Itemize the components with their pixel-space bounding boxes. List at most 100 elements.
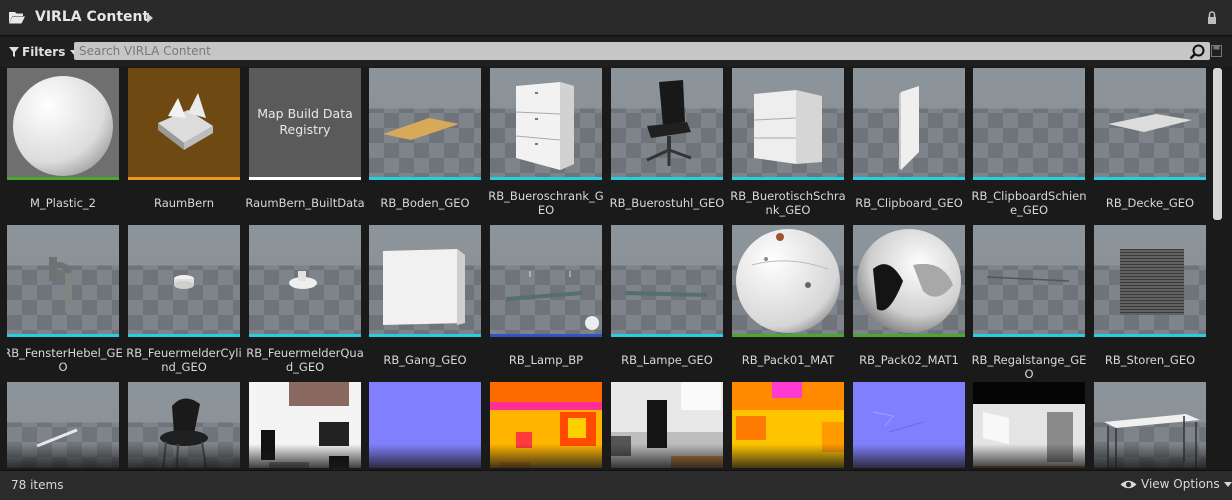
- asset-thumbnail[interactable]: [611, 68, 723, 180]
- asset-type-color-bar: [853, 334, 965, 337]
- asset-name-label: RB_Lamp_BP: [508, 353, 584, 367]
- asset-name-label: RB_Buerostuhl_GEO: [609, 196, 725, 210]
- asset-tile[interactable]: RB_Lamp_BP: [490, 225, 602, 375]
- asset-thumbnail[interactable]: [732, 225, 844, 337]
- asset-thumbnail[interactable]: [732, 68, 844, 180]
- asset-thumbnail[interactable]: [732, 382, 844, 468]
- asset-thumbnail[interactable]: [369, 382, 481, 468]
- asset-thumbnail[interactable]: [369, 68, 481, 180]
- path-chevron-right-icon[interactable]: [147, 13, 153, 23]
- asset-tile[interactable]: [7, 382, 119, 468]
- asset-tile[interactable]: RB_Storen_GEO: [1094, 225, 1206, 375]
- thumbnail-caption: Map Build Data Registry: [257, 106, 353, 137]
- asset-tile[interactable]: RB_Pack02_MAT1: [853, 225, 965, 375]
- asset-name-label: RaumBern: [153, 196, 215, 210]
- asset-tile[interactable]: RaumBern: [128, 68, 240, 218]
- asset-thumbnail[interactable]: [7, 68, 119, 180]
- asset-type-color-bar: [128, 334, 240, 337]
- asset-tile[interactable]: RB_Decke_GEO: [1094, 68, 1206, 218]
- asset-tile[interactable]: [128, 382, 240, 468]
- asset-thumbnail[interactable]: Map Build Data Registry: [249, 68, 361, 180]
- asset-thumbnail[interactable]: [973, 382, 1085, 468]
- asset-thumbnail[interactable]: [853, 68, 965, 180]
- asset-tile[interactable]: RB_Pack01_MAT: [732, 225, 844, 375]
- asset-tile[interactable]: M_Plastic_2: [7, 68, 119, 218]
- asset-thumbnail[interactable]: [1094, 68, 1206, 180]
- filters-button[interactable]: Filters: [9, 45, 79, 59]
- asset-name-label: RB_Lampe_GEO: [621, 353, 713, 367]
- folder-open-icon: [9, 12, 25, 24]
- asset-thumbnail[interactable]: [490, 382, 602, 468]
- save-search-icon[interactable]: [1211, 45, 1222, 57]
- asset-thumbnail[interactable]: [853, 382, 965, 468]
- asset-grid: M_Plastic_2 RaumBern Map Build Data Regi…: [7, 68, 1207, 468]
- search-input[interactable]: [74, 42, 1210, 60]
- asset-thumbnail[interactable]: [853, 225, 965, 337]
- asset-name-label: RB_Clipboard_GEO: [855, 196, 963, 210]
- search-bar: Filters: [0, 37, 1232, 67]
- asset-tile[interactable]: RB_FensterHebel_GEO: [7, 225, 123, 375]
- asset-tile[interactable]: [1094, 382, 1206, 468]
- scrollbar-thumb[interactable]: [1213, 68, 1222, 220]
- asset-name-label: RB_FeuermelderQuad_GEO: [246, 346, 364, 374]
- asset-type-color-bar: [1094, 177, 1206, 180]
- asset-thumbnail[interactable]: [7, 225, 119, 337]
- asset-tile[interactable]: [249, 382, 361, 468]
- view-options-label: View Options: [1141, 477, 1220, 491]
- asset-thumbnail[interactable]: [369, 225, 481, 337]
- asset-tile[interactable]: [853, 382, 965, 468]
- asset-tile[interactable]: [611, 382, 723, 468]
- asset-name-label: RB_Gang_GEO: [383, 353, 467, 367]
- asset-type-color-bar: [490, 177, 602, 180]
- asset-thumbnail[interactable]: [7, 382, 119, 468]
- asset-name-label: RB_ClipboardSchiene_GEO: [971, 189, 1087, 217]
- content-path-title[interactable]: VIRLA Content: [35, 9, 149, 25]
- lock-icon[interactable]: [1206, 11, 1220, 25]
- asset-tile[interactable]: [732, 382, 844, 468]
- asset-name-label: RB_FensterHebel_GEO: [7, 346, 123, 374]
- asset-tile[interactable]: [490, 382, 602, 468]
- asset-tile[interactable]: RB_Bueroschrank_GEO: [488, 68, 604, 218]
- asset-tile[interactable]: RB_Boden_GEO: [369, 68, 481, 218]
- asset-thumbnail[interactable]: [973, 68, 1085, 180]
- asset-tile[interactable]: RB_ClipboardSchiene_GEO: [971, 68, 1087, 218]
- asset-thumbnail[interactable]: [1094, 225, 1206, 337]
- asset-thumbnail[interactable]: [611, 382, 723, 468]
- asset-thumbnail[interactable]: [128, 225, 240, 337]
- asset-name-label: RB_Pack02_MAT1: [859, 353, 959, 367]
- asset-thumbnail[interactable]: [973, 225, 1085, 337]
- asset-tile[interactable]: RB_Lampe_GEO: [611, 225, 723, 375]
- asset-thumbnail[interactable]: [249, 225, 361, 337]
- asset-thumbnail[interactable]: [128, 382, 240, 468]
- content-browser-header: VIRLA Content: [0, 0, 1232, 36]
- asset-name-label: RB_Decke_GEO: [1105, 196, 1195, 210]
- asset-type-color-bar: [611, 177, 723, 180]
- asset-tile[interactable]: RB_FeuermelderCylind_GEO: [126, 225, 242, 375]
- asset-tile[interactable]: RB_Gang_GEO: [369, 225, 481, 375]
- asset-type-color-bar: [732, 334, 844, 337]
- asset-type-color-bar: [611, 334, 723, 337]
- asset-type-color-bar: [369, 177, 481, 180]
- asset-tile[interactable]: [973, 382, 1085, 468]
- asset-name-label: RB_Boden_GEO: [380, 196, 470, 210]
- asset-thumbnail[interactable]: [611, 225, 723, 337]
- asset-tile[interactable]: RB_Buerostuhl_GEO: [610, 68, 724, 218]
- asset-tile[interactable]: RB_Regalstange_GEO: [972, 225, 1086, 381]
- asset-thumbnail[interactable]: [490, 68, 602, 180]
- asset-tile[interactable]: RB_BuerotischSchrank_GEO: [730, 68, 846, 218]
- asset-tile[interactable]: RB_Clipboard_GEO: [853, 68, 965, 218]
- floor-background: [973, 68, 1085, 180]
- asset-tile[interactable]: Map Build Data Registry RaumBern_BuiltDat…: [245, 68, 365, 218]
- view-options-button[interactable]: View Options: [1120, 477, 1232, 491]
- asset-type-color-bar: [249, 177, 361, 180]
- asset-tile[interactable]: RB_FeuermelderQuad_GEO: [246, 225, 364, 375]
- asset-thumbnail[interactable]: [249, 382, 361, 468]
- asset-thumbnail[interactable]: [1094, 382, 1206, 468]
- search-icon[interactable]: [1189, 44, 1205, 60]
- filter-icon: [9, 47, 19, 57]
- asset-tile[interactable]: [369, 382, 481, 468]
- asset-name-label: RaumBern_BuiltData: [245, 196, 365, 210]
- asset-thumbnail[interactable]: [490, 225, 602, 337]
- asset-type-color-bar: [128, 177, 240, 180]
- asset-thumbnail[interactable]: [128, 68, 240, 180]
